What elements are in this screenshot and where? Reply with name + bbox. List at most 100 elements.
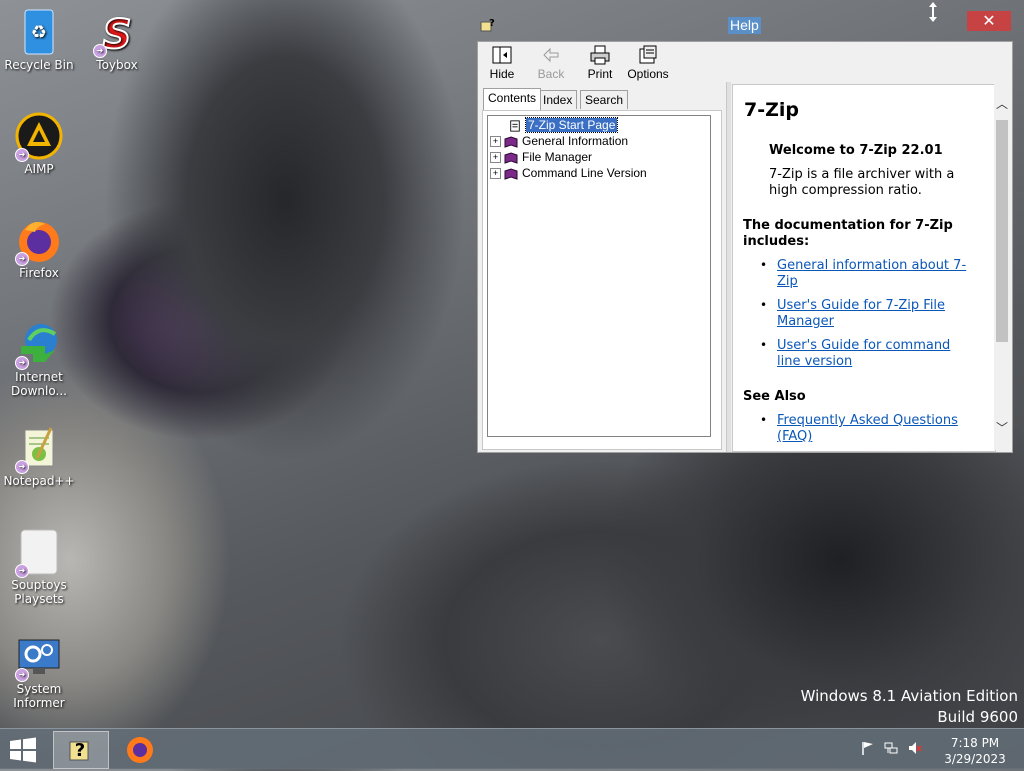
hide-icon [491,45,513,65]
list-item: • General information about 7-Zip [760,258,969,290]
resize-cursor-icon [926,2,940,22]
desktop-icon-system-informer[interactable]: ➜ System Informer [0,632,78,710]
tree-item[interactable]: + General Information [490,133,628,149]
desktop-icon-label: Souptoys Playsets [11,578,67,606]
help-app-icon: ? [479,16,495,32]
content-scrollbar[interactable]: ︿ ﹀ [994,84,1010,450]
taskbar-clock[interactable]: 7:18 PM 3/29/2023 [935,735,1015,767]
page-icon [510,120,520,132]
help-app-icon: ? [69,740,89,761]
options-button[interactable]: Options [626,45,670,81]
network-icon[interactable] [884,741,898,755]
book-icon [504,136,518,148]
watermark-build: Build 9600 [937,708,1018,726]
recycle-bin-icon: ♻ [15,8,63,56]
close-button[interactable]: ✕ [967,11,1011,31]
back-button[interactable]: Back [529,45,573,81]
tree-item[interactable]: 7-Zip Start Page [508,117,619,133]
expand-icon[interactable]: + [490,136,501,148]
tab-index[interactable]: Index [538,90,578,109]
expand-icon[interactable]: + [490,152,501,164]
bullet: • [760,258,768,272]
svg-text:♻: ♻ [31,22,47,43]
see-also-heading: See Also [743,389,806,404]
desktop-icon-label: Internet Downlo... [11,370,67,398]
shortcut-arrow-icon: ➜ [15,460,29,474]
link-file-manager-guide[interactable]: User's Guide for 7-Zip File Manager [777,298,945,329]
watermark-edition: Windows 8.1 Aviation Edition [800,687,1018,705]
scroll-thumb[interactable] [996,120,1008,342]
list-item: • Frequently Asked Questions (FAQ) [760,413,969,445]
book-icon [504,152,518,164]
scroll-up-icon[interactable]: ︿ [994,96,1010,112]
scroll-down-icon[interactable]: ﹀ [994,420,1010,436]
tree-item[interactable]: + File Manager [490,149,592,165]
shortcut-arrow-icon: ➜ [15,564,29,578]
notepad-plus-plus-icon: ➜ [15,424,63,474]
desktop-icon-recycle-bin[interactable]: ♻ Recycle Bin [0,8,78,72]
print-button[interactable]: Print [578,45,622,81]
os-watermark: Windows 8.1 Aviation Edition Build 9600 [801,686,1018,728]
desktop-icon-internet-download-manager[interactable]: ➜ Internet Downlo... [0,320,78,398]
desktop-icon-label: Toybox [96,58,138,72]
options-icon [637,45,659,65]
taskbar-help-button[interactable]: ? [53,731,109,769]
navigation-pane: Contents Index Search 7-Zip Start Page +… [480,84,724,450]
link-command-line-guide[interactable]: User's Guide for command line version [777,338,950,369]
clock-time: 7:18 PM [950,736,1000,750]
desktop-icon-label: Notepad++ [3,474,75,488]
toolbar: Hide Back Print Options [478,42,1012,82]
shortcut-arrow-icon: ➜ [15,148,29,162]
link-faq[interactable]: Frequently Asked Questions (FAQ) [777,413,958,444]
expand-icon[interactable]: + [490,168,501,180]
taskbar: ? 7:18 PM 3/29/2023 [0,728,1024,769]
desktop-icon-label: Recycle Bin [4,58,74,72]
desktop-icon-firefox[interactable]: ➜ Firefox [0,216,78,280]
aimp-icon: ➜ [15,112,63,162]
svg-text:?: ? [75,740,85,761]
desktop-icon-aimp[interactable]: ➜ AIMP [0,112,78,176]
clock-date: 3/29/2023 [944,752,1006,766]
toybox-icon: S ➜ [93,8,141,59]
tree-item-label: Command Line Version [522,166,647,180]
welcome-heading: Welcome to 7-Zip 22.01 [769,143,943,158]
bullet: • [760,413,768,427]
tab-contents[interactable]: Contents [483,88,542,110]
contents-tree: 7-Zip Start Page + General Information + F… [482,110,722,450]
docs-heading: The documentation for 7-Zip includes: [743,218,953,249]
shortcut-arrow-icon: ➜ [15,252,29,266]
desktop-icon-souptoys[interactable]: ➜ Souptoys Playsets [0,528,78,606]
description-text: 7-Zip is a file archiver with a high com… [769,167,955,198]
printer-icon [589,45,611,65]
hide-label: Hide [489,67,515,81]
start-button[interactable] [8,737,38,763]
firefox-icon [127,737,153,763]
action-center-flag-icon[interactable] [861,741,875,755]
list-item: • User's Guide for command line version [760,338,969,370]
shortcut-arrow-icon: ➜ [15,668,29,682]
content-title: 7-Zip [744,99,799,121]
desktop-icon-notepad-plus-plus[interactable]: ➜ Notepad++ [0,424,78,488]
back-arrow-icon [540,45,562,65]
windows-logo-icon [10,737,36,763]
volume-muted-icon[interactable] [908,741,922,755]
help-window: Hide Back Print Options Contents Index S… [477,41,1013,453]
book-icon [504,168,518,180]
bullet: • [760,338,768,352]
hide-button[interactable]: Hide [480,45,524,81]
tree-item[interactable]: + Command Line Version [490,165,647,181]
list-item: • User's Guide for 7-Zip File Manager [760,298,969,330]
content-pane: 7-Zip Welcome to 7-Zip 22.01 7-Zip is a … [732,84,996,452]
tab-search[interactable]: Search [580,90,629,109]
desktop-icon-label: System Informer [13,682,65,710]
link-general-information[interactable]: General information about 7-Zip [777,258,966,289]
options-label: Options [627,67,669,81]
shortcut-arrow-icon: ➜ [15,356,29,370]
svg-text:?: ? [489,18,495,29]
tree-item-label: 7-Zip Start Page [524,117,619,133]
pane-splitter[interactable] [726,82,731,452]
taskbar-firefox-button[interactable] [113,731,167,767]
desktop-icon-toybox[interactable]: S ➜ Toybox [78,8,156,72]
back-label: Back [537,67,565,81]
window-title: Help [728,17,761,34]
